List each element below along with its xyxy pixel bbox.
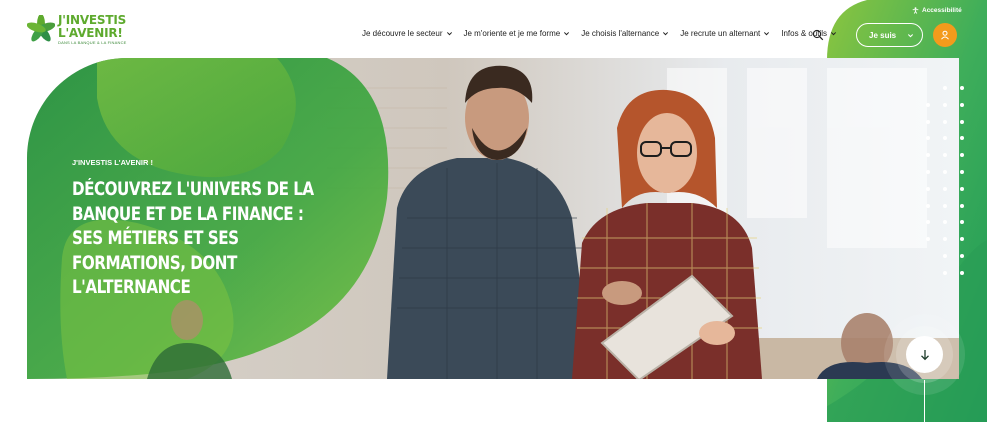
accessibility-link[interactable]: Accessibilité bbox=[912, 7, 962, 14]
chevron-down-icon bbox=[907, 34, 914, 38]
decorative-dot bbox=[943, 170, 947, 174]
star-logo-icon bbox=[27, 15, 55, 42]
profile-select-label: Je suis bbox=[869, 30, 897, 40]
nav-item-label: Je recrute un alternant bbox=[680, 29, 761, 38]
main-nav: Je découvre le secteur Je m'oriente et j… bbox=[362, 29, 848, 38]
page: J'INVESTIS L'AVENIR! DANS LA BANQUE & LA… bbox=[0, 0, 987, 422]
user-account-button[interactable] bbox=[933, 23, 957, 47]
decorative-dot bbox=[943, 203, 947, 208]
decorative-dot bbox=[960, 186, 964, 191]
decorative-dot bbox=[960, 119, 964, 124]
user-icon bbox=[941, 30, 949, 40]
decorative-dot bbox=[926, 119, 930, 124]
decorative-dot bbox=[960, 203, 964, 208]
hero-kicker: J'INVESTIS L'AVENIR ! bbox=[72, 158, 153, 167]
nav-item-infos-outils[interactable]: Infos & outils bbox=[781, 29, 837, 38]
decorative-dot bbox=[960, 254, 964, 258]
hero-banner: J'INVESTIS L'AVENIR ! DÉCOUVREZ L'UNIVER… bbox=[27, 58, 959, 379]
decorative-dot bbox=[960, 102, 964, 107]
arrow-down-icon bbox=[920, 349, 929, 360]
hero-title: DÉCOUVREZ L'UNIVERS DE LA BANQUE ET DE L… bbox=[72, 179, 314, 298]
nav-item-decouvre-secteur[interactable]: Je découvre le secteur bbox=[362, 29, 453, 38]
scroll-indicator-line bbox=[924, 380, 925, 422]
nav-item-oriente-forme[interactable]: Je m'oriente et je me forme bbox=[464, 29, 571, 38]
brand-line1: J'INVESTIS bbox=[58, 12, 127, 27]
decorative-dot bbox=[926, 170, 930, 174]
scroll-down-button[interactable] bbox=[906, 336, 943, 373]
brand-tagline: DANS LA BANQUE & LA FINANCE bbox=[58, 39, 127, 45]
decorative-dot bbox=[943, 270, 947, 275]
nav-item-label: Je m'oriente et je me forme bbox=[463, 29, 561, 38]
accessibility-icon bbox=[912, 7, 919, 14]
decorative-dot bbox=[960, 170, 964, 174]
search-icon[interactable] bbox=[812, 29, 824, 41]
chevron-down-icon bbox=[564, 32, 570, 36]
decorative-dot bbox=[926, 203, 930, 208]
decorative-dot bbox=[943, 86, 947, 90]
site-header: J'INVESTIS L'AVENIR! DANS LA BANQUE & LA… bbox=[0, 0, 987, 58]
decorative-dot bbox=[960, 86, 964, 90]
nav-item-choisis-alternance[interactable]: Je choisis l'alternance bbox=[581, 29, 669, 38]
nav-item-label: Je découvre le secteur bbox=[362, 29, 443, 38]
brand-wordmark: J'INVESTIS L'AVENIR! DANS LA BANQUE & LA… bbox=[58, 14, 127, 45]
brand-line2: L'AVENIR! bbox=[58, 25, 123, 40]
chevron-down-icon bbox=[446, 32, 452, 36]
decorative-dot bbox=[926, 186, 930, 191]
chevron-down-icon bbox=[764, 32, 770, 36]
decorative-dot bbox=[943, 186, 947, 191]
chevron-down-icon bbox=[831, 32, 837, 36]
nav-item-recrute-alternant[interactable]: Je recrute un alternant bbox=[680, 29, 770, 38]
decorative-dot bbox=[926, 102, 930, 107]
accessibility-label: Accessibilité bbox=[922, 7, 962, 14]
nav-item-label: Je choisis l'alternance bbox=[581, 29, 660, 38]
decorative-dot bbox=[943, 119, 947, 124]
chevron-down-icon bbox=[663, 32, 669, 36]
decorative-dot bbox=[943, 254, 947, 258]
decorative-dot bbox=[960, 270, 964, 275]
brand-logo[interactable]: J'INVESTIS L'AVENIR! DANS LA BANQUE & LA… bbox=[27, 12, 127, 46]
profile-select[interactable]: Je suis bbox=[856, 23, 923, 47]
decorative-dot bbox=[943, 102, 947, 107]
